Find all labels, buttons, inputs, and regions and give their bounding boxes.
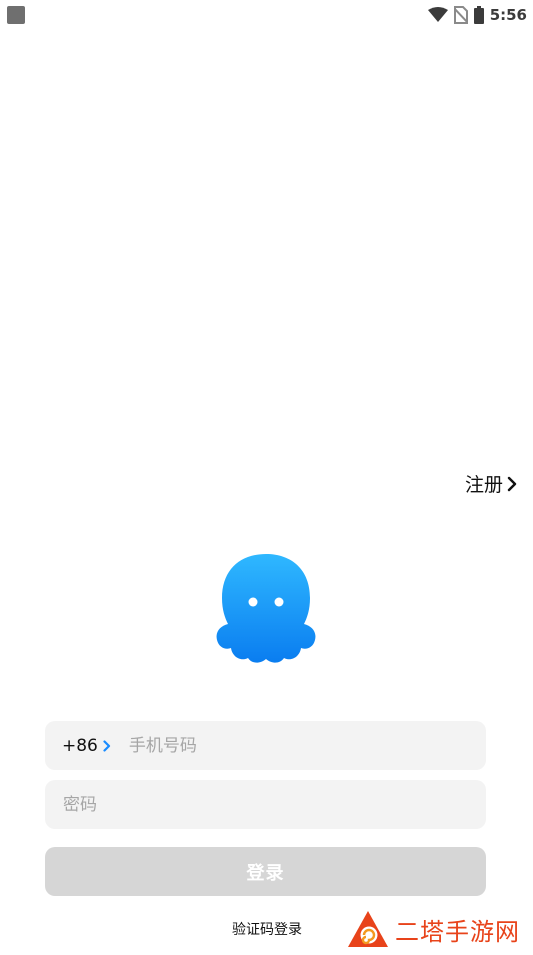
no-sim-icon — [453, 6, 468, 24]
password-field — [45, 780, 486, 829]
status-bar: 5:56 — [0, 0, 533, 30]
watermark-text: 二塔手游网 — [395, 917, 520, 946]
country-code-selector[interactable]: +86 — [62, 736, 111, 756]
watermark: 二塔手游网 — [347, 910, 520, 948]
country-code-label: +86 — [62, 735, 98, 756]
chevron-right-icon — [507, 476, 517, 491]
status-icons: 5:56 — [427, 4, 527, 26]
wifi-icon — [427, 7, 448, 22]
battery-icon — [473, 6, 484, 24]
code-login-link[interactable]: 验证码登录 — [232, 919, 302, 939]
watermark-logo-icon — [348, 911, 388, 947]
phone-input[interactable] — [128, 730, 429, 761]
password-input[interactable] — [63, 789, 463, 820]
octopus-logo — [216, 554, 316, 663]
status-time: 5:56 — [489, 6, 527, 24]
register-link[interactable]: 注册 — [465, 470, 517, 497]
login-button[interactable]: 登录 — [45, 847, 486, 896]
phone-field: +86 — [45, 721, 486, 770]
chevron-right-icon — [103, 739, 110, 752]
register-label: 注册 — [464, 474, 503, 496]
app-notification-icon — [7, 6, 25, 24]
